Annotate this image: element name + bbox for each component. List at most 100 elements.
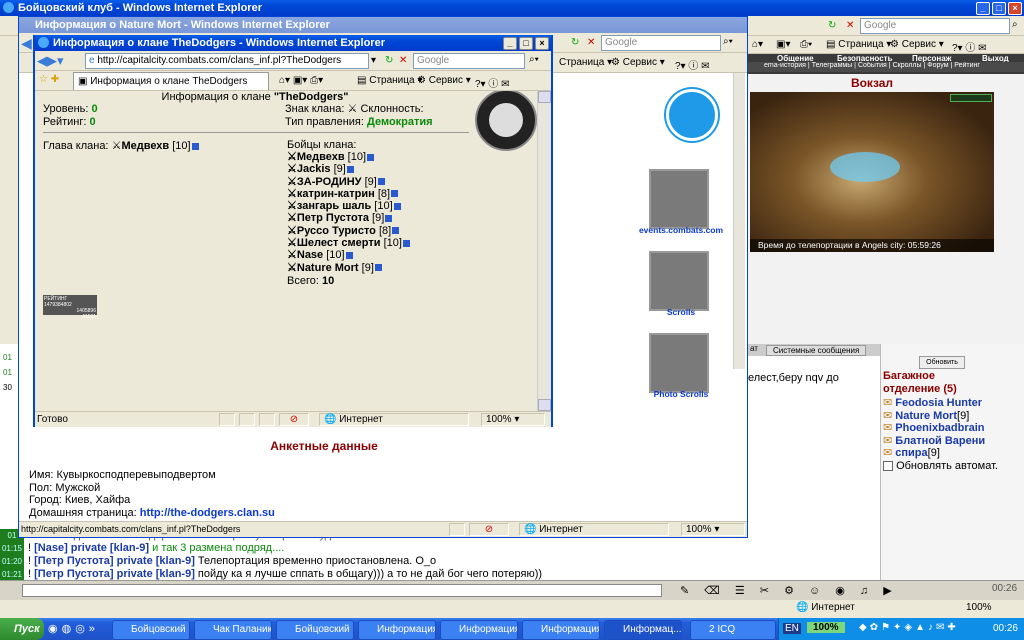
inner-tab[interactable]: ▣ Информация о клане TheDodgers [73, 72, 269, 90]
photo-scrolls-banner[interactable] [649, 333, 709, 393]
inner-minimize-button[interactable]: _ [503, 37, 517, 50]
middle-zoom[interactable]: 100% ▾ [681, 523, 745, 536]
lang-indicator[interactable]: EN [783, 623, 801, 634]
search-icon[interactable]: ⌕ [1012, 19, 1018, 30]
taskbar-button[interactable]: Чак Паланик... [194, 620, 272, 640]
subnav-events[interactable]: События [858, 62, 887, 69]
scrolls-banner[interactable] [649, 251, 709, 311]
location-image[interactable]: Время до телепортации в Angels city: 05:… [750, 92, 994, 252]
user-list-item[interactable]: ✉ Блатной Варени [883, 435, 1023, 448]
subnav-rating[interactable]: Рейтинг [954, 62, 980, 69]
taskbar-button[interactable]: 2 ICQ [690, 620, 776, 640]
head-name[interactable]: Медвехв [121, 140, 169, 152]
feeds-icon[interactable]: ▣▾ [776, 39, 790, 50]
inner-help-icon[interactable]: ?▾ ⓘ ✉ [475, 75, 510, 90]
info-icon[interactable] [377, 178, 385, 186]
inner-url-dropdown[interactable]: ▾ [371, 55, 376, 66]
inner-home-icon[interactable]: ⌂▾ ▣▾ ⎙▾ [279, 75, 323, 86]
back-icon[interactable]: ◀ [21, 35, 32, 52]
info-icon[interactable] [191, 142, 199, 150]
taskbar-button[interactable]: Информация ... [440, 620, 518, 640]
middle-title-bar[interactable]: Информация о Nature Mort - Windows Inter… [19, 17, 747, 33]
fighter-row[interactable]: ⚔катрин-катрин [8] [287, 188, 410, 200]
outer-close-button[interactable]: × [1008, 2, 1022, 15]
user-list-item[interactable]: ✉ спира[9] [883, 447, 1023, 460]
stop-icon[interactable]: ✕ [846, 20, 854, 31]
subnav-history[interactable]: ema-история [764, 62, 806, 69]
subnav-forum[interactable]: Форум [927, 62, 948, 69]
outer-maximize-button[interactable]: □ [992, 2, 1006, 15]
outer-title-bar[interactable]: Бойцовский клуб - Windows Internet Explo… [0, 0, 1024, 16]
scroll-down-arrow[interactable] [538, 399, 551, 411]
private-msg-icon[interactable]: ✉ [883, 435, 892, 447]
user-list-item[interactable]: ✉ Phoenixbadbrain [883, 422, 1023, 435]
info-icon[interactable] [346, 165, 354, 173]
favorites-icon[interactable]: ☆ ✚ [39, 74, 59, 85]
auto-refresh-checkbox[interactable] [883, 461, 893, 472]
middle-stop-icon[interactable]: ✕ [587, 37, 595, 48]
inner-search-input[interactable]: Google [413, 53, 525, 69]
chat-nick[interactable]: [Nase] private [klan-9] [34, 542, 149, 554]
middle-search-input[interactable]: Google [601, 35, 721, 51]
print-icon[interactable]: ⎙▾ [800, 39, 812, 50]
scroll-up-arrow[interactable] [538, 91, 551, 103]
chat-tab-system[interactable]: Системные сообщения [766, 345, 867, 356]
inner-back-icon[interactable]: ◀▶▾ [37, 53, 64, 69]
rating-counter[interactable]: РЕЙТИНГ 1479384802 1405896 11521 [43, 295, 97, 320]
fighter-row[interactable]: ⚔Медвехв [10] [287, 151, 410, 163]
user-list-item[interactable]: ✉ Nature Mort[9] [883, 410, 1023, 423]
inner-url-input[interactable]: e http://capitalcity.combats.com/clans_i… [85, 53, 369, 69]
info-icon[interactable] [385, 215, 393, 223]
inner-close-button[interactable]: × [535, 37, 549, 50]
taskbar-button[interactable]: Информация ... [522, 620, 600, 640]
chat-nick[interactable]: [Петр Пустота] private [klan-9] [34, 555, 195, 567]
taskbar-button[interactable]: Бойцовский к... [276, 620, 354, 640]
info-icon[interactable] [374, 264, 382, 272]
events-link[interactable]: events.combats.com [631, 225, 731, 235]
info-icon[interactable] [345, 251, 353, 259]
fighter-row[interactable]: ⚔Nase [10] [287, 249, 410, 261]
inner-zoom[interactable]: 100% ▾ [481, 413, 545, 426]
scrolls-link[interactable]: Scrolls [631, 307, 731, 317]
quicklaunch-icons[interactable]: ◉◍◎» [48, 622, 99, 635]
fighter-row[interactable]: ⚔Nature Mort [9] [287, 262, 410, 274]
middle-scrollbar[interactable] [733, 73, 745, 369]
info-icon[interactable] [392, 227, 400, 235]
help-icon[interactable]: ?▾ ⓘ ✉ [952, 39, 987, 54]
fighter-row[interactable]: ⚔Шелест смерти [10] [287, 237, 410, 249]
fighter-row[interactable]: ⚔ЗА-РОДИНУ [9] [287, 176, 410, 188]
chat-nick[interactable]: [Петр Пустота] private [klan-9] [34, 568, 195, 580]
chat-buttons[interactable]: ✎ ⌫ ☰ ✂ ⚙ ☺ ◉ ♫ ▶ [680, 584, 898, 597]
outer-search-input[interactable]: Google [860, 18, 1010, 34]
refresh-icon[interactable]: ↻ [828, 20, 836, 31]
user-list-item[interactable]: ✉ Feodosia Hunter [883, 397, 1023, 410]
chat-tab-partial[interactable]: ат [750, 344, 758, 353]
fighter-row[interactable]: ⚔зангарь шаль [10] [287, 200, 410, 212]
combats-logo[interactable] [666, 89, 718, 141]
taskbar-button[interactable]: Бойцовский ... [112, 620, 190, 640]
page-menu[interactable]: ▤ Страница ▾ [826, 39, 891, 50]
middle-page-menu[interactable]: Страница ▾ [559, 57, 612, 68]
tray-icons[interactable]: ◆✿⚑✦◈▲♪✉✚ [859, 622, 959, 633]
chat-input[interactable] [22, 584, 662, 597]
inner-refresh-icon[interactable]: ↻ [385, 55, 393, 66]
middle-service-menu[interactable]: ⚙ Сервис ▾ [611, 57, 665, 68]
info-icon[interactable] [391, 190, 399, 198]
info-icon[interactable] [402, 239, 410, 247]
taskbar-button[interactable]: Информация ... [358, 620, 436, 640]
private-msg-icon[interactable]: ✉ [883, 447, 892, 459]
homepage-link[interactable]: http://the-dodgers.clan.su [140, 507, 275, 519]
info-icon[interactable] [393, 202, 401, 210]
battery-indicator[interactable]: 100% [807, 622, 845, 633]
subnav-scrolls[interactable]: Скроллы [893, 62, 922, 69]
service-menu[interactable]: ⚙ Сервис ▾ [890, 39, 944, 50]
middle-refresh-icon[interactable]: ↻ [571, 37, 579, 48]
fighter-row[interactable]: ⚔Jackis [9] [287, 163, 410, 175]
refresh-button[interactable]: Обновить [919, 356, 965, 369]
outer-minimize-button[interactable]: _ [976, 2, 990, 15]
subnav-telegrams[interactable]: Телеграммы [812, 62, 853, 69]
fighter-row[interactable]: ⚔Петр Пустота [9] [287, 212, 410, 224]
middle-search-icon[interactable]: ⌕▾ [723, 36, 733, 47]
inner-title-bar[interactable]: Информация о клане TheDodgers - Windows … [35, 35, 551, 51]
private-msg-icon[interactable]: ✉ [883, 397, 892, 409]
